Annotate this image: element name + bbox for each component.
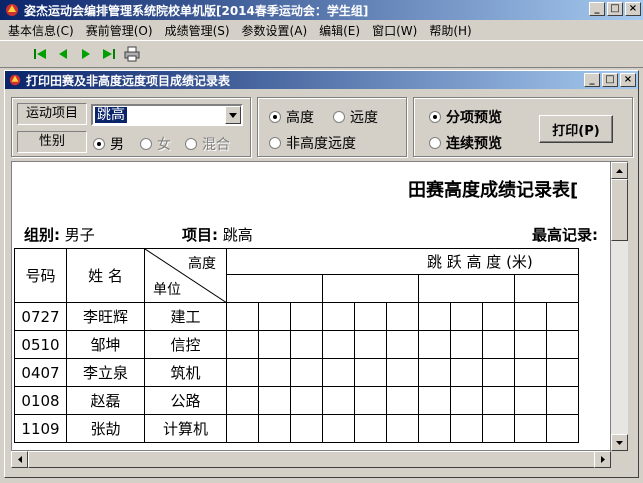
close-button[interactable]: ×: [625, 2, 641, 16]
row-no: 0727: [14, 302, 67, 331]
table-row: 0108 赵磊 公路: [14, 386, 579, 415]
menu-help[interactable]: 帮助(H): [423, 22, 477, 39]
menu-basic-info[interactable]: 基本信息(C): [2, 22, 80, 39]
scroll-up-icon[interactable]: [611, 162, 628, 179]
row-name: 张劼: [66, 414, 145, 443]
radio-dot-icon: [269, 111, 281, 123]
toolbar: [0, 40, 643, 68]
child-maximize-button[interactable]: □: [602, 73, 618, 87]
preview-continuous-radio[interactable]: 连续预览: [429, 133, 502, 153]
type-height-radio[interactable]: 高度: [269, 107, 314, 127]
next-record-icon[interactable]: [76, 44, 96, 64]
event-select[interactable]: 跳高: [91, 104, 243, 126]
event-label: 运动项目: [17, 103, 87, 125]
row-unit: 公路: [144, 386, 227, 415]
print-button[interactable]: 打印(P): [539, 115, 613, 143]
table-row: 0407 李立泉 筑机: [14, 358, 579, 387]
radio-dot-icon: [429, 137, 441, 149]
event-select-value: 跳高: [95, 107, 127, 123]
attempt-group-2: [322, 274, 419, 303]
jump-height-header: 跳 跃 高 度 (米): [226, 248, 579, 275]
child-title: 打印田赛及非高度远度项目成绩记录表: [26, 73, 231, 88]
chevron-down-icon[interactable]: [225, 106, 241, 124]
radio-dot-icon: [140, 138, 152, 150]
menu-settings[interactable]: 参数设置(A): [236, 22, 314, 39]
table-row: 1109 张劼 计算机: [14, 414, 579, 443]
gender-mixed-radio[interactable]: 混合: [185, 134, 230, 154]
col-header-unit: 单位: [153, 282, 181, 298]
attempt-group-3: [418, 274, 515, 303]
row-name: 李立泉: [66, 358, 145, 387]
maximize-button[interactable]: □: [607, 2, 623, 16]
report-preview: 田赛高度成绩记录表[ 组别: 男子 项目: 跳高 最高记录: 号码 姓 名 高度…: [11, 161, 611, 451]
gender-female-radio[interactable]: 女: [140, 134, 171, 154]
col-header-height-unit: 高度 单位: [144, 248, 227, 303]
radio-dot-icon: [333, 111, 345, 123]
scroll-right-icon[interactable]: [594, 451, 611, 468]
table-row: 0510 邹坤 信控: [14, 330, 579, 359]
row-unit: 信控: [144, 330, 227, 359]
print-icon[interactable]: [122, 44, 142, 64]
row-no: 1109: [14, 414, 67, 443]
event-info-value: 跳高: [222, 226, 253, 244]
radio-dot-icon: [185, 138, 197, 150]
row-no: 0510: [14, 330, 67, 359]
row-unit: 计算机: [144, 414, 227, 443]
child-logo-icon: [9, 74, 21, 86]
vertical-scroll-thumb[interactable]: [611, 179, 628, 241]
group-label: 组别:: [24, 226, 60, 244]
row-name: 赵磊: [66, 386, 145, 415]
type-other-radio[interactable]: 非高度远度: [269, 133, 356, 153]
attempt-group-1: [226, 274, 323, 303]
main-title-bar: 姿杰运动会编排管理系统院校单机版[2014春季运动会：学生组] _ □ ×: [0, 0, 643, 20]
menu-results[interactable]: 成绩管理(S): [159, 22, 236, 39]
attempt-group-4: [514, 274, 579, 303]
col-header-height: 高度: [188, 256, 216, 272]
horizontal-scrollbar[interactable]: [11, 451, 611, 468]
report-title: 田赛高度成绩记录表[: [408, 180, 579, 201]
child-title-bar: 打印田赛及非高度远度项目成绩记录表 _ □ ×: [5, 71, 638, 89]
radio-dot-icon: [269, 137, 281, 149]
menu-pre-match[interactable]: 赛前管理(O): [80, 22, 159, 39]
scroll-down-icon[interactable]: [611, 434, 628, 451]
menu-edit[interactable]: 编辑(E): [313, 22, 366, 39]
minimize-button[interactable]: _: [589, 2, 605, 16]
event-info-label: 项目:: [182, 226, 218, 244]
gender-male-radio[interactable]: 男: [93, 134, 124, 154]
event-info: 项目: 跳高: [182, 224, 253, 245]
row-unit: 筑机: [144, 358, 227, 387]
col-header-no: 号码: [14, 248, 67, 303]
col-header-name: 姓 名: [66, 248, 145, 303]
record-label: 最高记录:: [532, 226, 598, 244]
prev-record-icon[interactable]: [53, 44, 73, 64]
group-value: 男子: [64, 226, 95, 244]
row-name: 李旺辉: [66, 302, 145, 331]
record-info: 最高记录:: [532, 224, 598, 245]
group-info: 组别: 男子: [24, 224, 95, 245]
row-no: 0108: [14, 386, 67, 415]
results-table: 号码 姓 名 高度 单位 跳 跃 高 度 (米) 0727 李旺辉 建工 051…: [14, 248, 579, 443]
row-no: 0407: [14, 358, 67, 387]
report-child-window: 打印田赛及非高度远度项目成绩记录表 _ □ × 运动项目 跳高 性别 男 女 混…: [4, 70, 639, 478]
window-title: 姿杰运动会编排管理系统院校单机版[2014春季运动会：学生组]: [24, 3, 369, 18]
gender-label: 性别: [17, 131, 87, 153]
vertical-scrollbar[interactable]: [611, 161, 628, 451]
child-close-button[interactable]: ×: [620, 73, 636, 87]
menu-bar: 基本信息(C) 赛前管理(O) 成绩管理(S) 参数设置(A) 编辑(E) 窗口…: [0, 20, 643, 40]
preview-split-radio[interactable]: 分项预览: [429, 107, 502, 127]
radio-dot-icon: [429, 111, 441, 123]
last-record-icon[interactable]: [99, 44, 119, 64]
row-name: 邹坤: [66, 330, 145, 359]
first-record-icon[interactable]: [30, 44, 50, 64]
scroll-left-icon[interactable]: [11, 451, 28, 468]
radio-dot-icon: [93, 138, 105, 150]
child-minimize-button[interactable]: _: [584, 73, 600, 87]
type-distance-radio[interactable]: 远度: [333, 107, 378, 127]
horizontal-scroll-thumb[interactable]: [28, 451, 596, 468]
row-unit: 建工: [144, 302, 227, 331]
menu-window[interactable]: 窗口(W): [366, 22, 423, 39]
table-row: 0727 李旺辉 建工: [14, 302, 579, 331]
app-logo-icon: [6, 4, 18, 16]
